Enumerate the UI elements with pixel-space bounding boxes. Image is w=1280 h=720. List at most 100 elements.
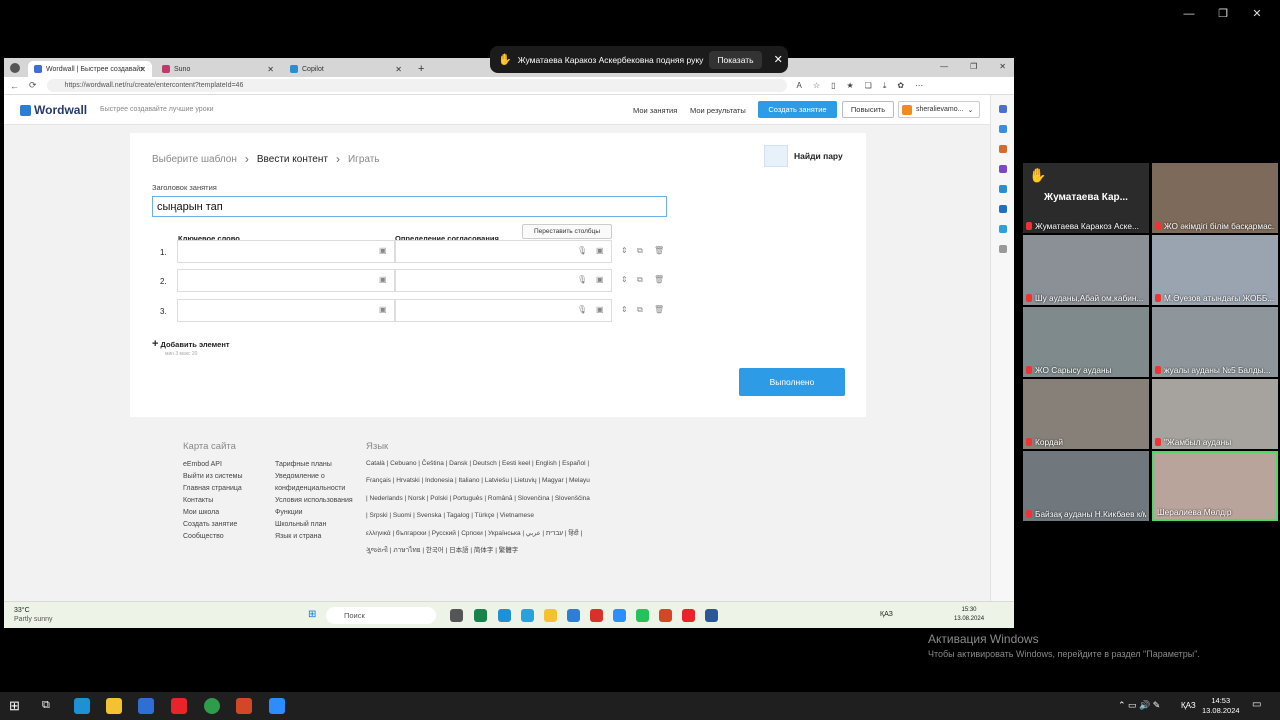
language-line[interactable]: ગુજરાતી | ภาษาไทย | 한국어 | 日本語 | 简体字 | 繁體… — [366, 542, 628, 559]
restore-icon[interactable]: ❐ — [1206, 6, 1240, 22]
activity-title-input[interactable]: сыңарын тап — [152, 196, 667, 217]
participant-tile[interactable]: ЖО Сарысу ауданы — [1023, 307, 1149, 377]
footer-link[interactable]: Уведомление о конфиденциальности — [275, 471, 361, 495]
user-menu[interactable]: sheralievamo... ⌄ — [898, 101, 980, 118]
restore-icon[interactable]: ❐ — [970, 62, 977, 71]
search-icon[interactable] — [998, 105, 1007, 113]
participant-tile[interactable]: жуалы ауданы №5 Балды... — [1152, 307, 1278, 377]
edge-icon[interactable] — [498, 609, 511, 622]
app-icon[interactable] — [474, 609, 487, 622]
collections-icon[interactable]: ❏ — [865, 81, 872, 91]
wordwall-logo[interactable]: Wordwall — [20, 103, 87, 117]
my-results-link[interactable]: Мои результаты — [690, 106, 746, 115]
favorite-icon[interactable]: ☆ — [813, 81, 820, 91]
footer-link[interactable]: Мои школа — [183, 507, 265, 519]
participant-tile[interactable]: ✋ Жуматаева Кар... Жуматаева Каракоз Аск… — [1023, 163, 1149, 233]
split-screen-icon[interactable]: ▯ — [831, 81, 835, 91]
minimize-icon[interactable]: — — [940, 62, 948, 71]
footer-link[interactable]: Создать занятие — [183, 519, 265, 531]
input-language[interactable]: ҚАЗ — [1181, 701, 1196, 710]
image-icon[interactable]: ▣ — [596, 246, 604, 255]
outlook-icon[interactable] — [998, 205, 1007, 213]
clock[interactable]: 15:30 13.08.2024 — [954, 606, 984, 624]
yandex-icon[interactable] — [682, 609, 695, 622]
input-language[interactable]: ҚАЗ — [880, 611, 893, 618]
swap-columns-button[interactable]: Переставить столбцы — [522, 224, 612, 239]
task-view-icon[interactable] — [450, 609, 463, 622]
back-icon[interactable]: ← — [10, 81, 19, 91]
keyword-input[interactable] — [177, 269, 395, 292]
add-item-button[interactable]: + Добавить элемент — [152, 338, 230, 350]
copilot-icon[interactable] — [998, 185, 1007, 193]
close-icon[interactable]: ✕ — [774, 53, 783, 66]
tab-wordwall[interactable]: Wordwall | Быстрее создавайт ✕ — [28, 61, 152, 77]
task-view-icon[interactable]: ⧉ — [42, 699, 50, 712]
close-icon[interactable]: ✕ — [395, 65, 402, 74]
edge-icon[interactable] — [74, 698, 90, 714]
footer-link[interactable]: Школьный план — [275, 519, 361, 531]
read-aloud-icon[interactable]: A — [797, 81, 802, 91]
image-icon[interactable]: ▣ — [596, 305, 604, 314]
footer-link[interactable]: eEmbod API — [183, 459, 265, 471]
language-line[interactable]: Français | Hrvatski | Indonesia | Italia… — [366, 472, 628, 489]
profile-icon[interactable] — [10, 63, 20, 73]
delete-icon[interactable]: 🗑 — [654, 305, 664, 314]
participant-tile[interactable]: Шу ауданы,Абай ом,кабин... — [1023, 235, 1149, 305]
create-activity-button[interactable]: Создать занятие — [758, 101, 837, 118]
footer-link[interactable]: Главная страница — [183, 483, 265, 495]
refresh-icon[interactable]: ⟳ — [29, 80, 37, 91]
image-icon[interactable]: ▣ — [379, 275, 387, 284]
close-icon[interactable]: ✕ — [139, 65, 146, 74]
taskbar-search[interactable]: Поиск — [326, 607, 436, 624]
footer-link[interactable]: Условия использования — [275, 495, 361, 507]
image-icon[interactable]: ▣ — [379, 305, 387, 314]
keyword-input[interactable] — [177, 240, 395, 263]
footer-link[interactable]: Функции — [275, 507, 361, 519]
footer-link[interactable]: Тарифные планы — [275, 459, 361, 471]
powerpoint-icon[interactable] — [236, 698, 252, 714]
minimize-icon[interactable]: — — [1172, 6, 1206, 22]
duplicate-icon[interactable]: ⧉ — [637, 275, 643, 285]
whatsapp-icon[interactable] — [636, 609, 649, 622]
file-explorer-icon[interactable] — [106, 698, 122, 714]
done-button[interactable]: Выполнено — [739, 368, 845, 396]
favorites-icon[interactable]: ★ — [846, 81, 853, 91]
tab-copilot[interactable]: Copilot ✕ — [284, 61, 408, 77]
notification-icon[interactable]: ▭ — [1252, 699, 1261, 710]
participant-tile[interactable]: "Жамбыл ауданы — [1152, 379, 1278, 449]
app-icon[interactable] — [590, 609, 603, 622]
keyword-input[interactable] — [177, 299, 395, 322]
new-tab-icon[interactable]: + — [412, 63, 430, 75]
yandex-icon[interactable] — [171, 698, 187, 714]
delete-icon[interactable]: 🗑 — [654, 246, 664, 255]
zoom-icon[interactable] — [613, 609, 626, 622]
reorder-icon[interactable]: ⇕ — [621, 246, 628, 255]
mail-icon[interactable] — [567, 609, 580, 622]
extension-icon[interactable]: ✿ — [897, 81, 904, 91]
telegram-icon[interactable] — [998, 225, 1007, 233]
chrome-icon[interactable] — [204, 698, 220, 714]
download-icon[interactable]: ⤓ — [883, 81, 887, 91]
store-icon[interactable] — [138, 698, 154, 714]
language-line[interactable]: | Nederlands | Norsk | Polski | Portuguê… — [366, 490, 628, 507]
word-icon[interactable] — [705, 609, 718, 622]
start-icon[interactable]: ⊞ — [9, 698, 20, 714]
close-icon[interactable]: ✕ — [1240, 6, 1274, 22]
close-icon[interactable]: ✕ — [999, 62, 1006, 71]
tag-icon[interactable] — [998, 125, 1007, 133]
games-icon[interactable] — [998, 165, 1007, 173]
participant-tile[interactable]: М.Әуезов атындағы ЖОББ... — [1152, 235, 1278, 305]
language-line[interactable]: ελληνικά | български | Русский | Српски … — [366, 525, 628, 542]
step-choose-template[interactable]: Выберите шаблон — [152, 154, 237, 165]
my-activities-link[interactable]: Мои занятия — [633, 106, 677, 115]
image-icon[interactable]: ▣ — [596, 275, 604, 284]
participant-tile[interactable]: Байзақ ауданы Н.Кикбаев к/м — [1023, 451, 1149, 521]
close-icon[interactable]: ✕ — [267, 65, 274, 74]
footer-link[interactable]: Сообщество — [183, 531, 265, 543]
reorder-icon[interactable]: ⇕ — [621, 275, 628, 284]
file-explorer-icon[interactable] — [544, 609, 557, 622]
template-indicator[interactable]: Найди пару — [764, 145, 843, 167]
url-field[interactable]: https://wordwall.net/ru/create/entercont… — [46, 79, 787, 92]
clock[interactable]: 14:53 13.08.2024 — [1202, 696, 1240, 716]
language-line[interactable]: | Srpski | Suomi | Svenska | Tagalog | T… — [366, 507, 628, 524]
